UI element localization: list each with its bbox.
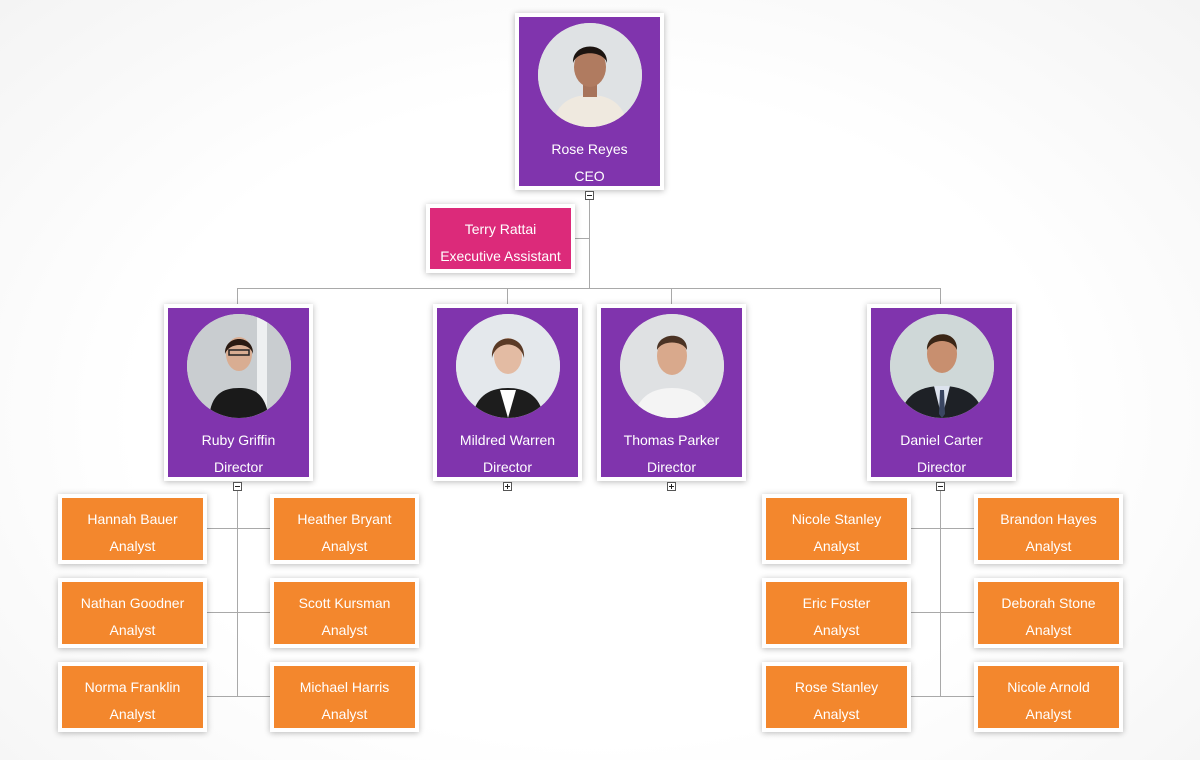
node-title: Analyst xyxy=(109,622,156,638)
node-title: Director xyxy=(213,459,263,475)
node-name: Brandon Hayes xyxy=(1000,511,1097,527)
node-name: Heather Bryant xyxy=(297,511,392,527)
minus-icon xyxy=(938,486,943,487)
node-analyst[interactable]: Brandon Hayes Analyst xyxy=(974,494,1123,564)
node-name: Nicole Stanley xyxy=(791,511,882,527)
node-name: Rose Stanley xyxy=(794,679,879,695)
node-name: Rose Reyes xyxy=(551,141,628,157)
connector-ceo-down xyxy=(589,200,590,289)
node-title: CEO xyxy=(574,168,605,184)
node-ceo[interactable]: Rose Reyes CEO xyxy=(515,13,664,190)
connector-dir2 xyxy=(507,288,508,305)
node-title: Director xyxy=(916,459,966,475)
connector-dir1 xyxy=(237,288,238,305)
node-title: Analyst xyxy=(1025,538,1072,554)
node-analyst[interactable]: Heather Bryant Analyst xyxy=(270,494,419,564)
woman-portrait-icon xyxy=(537,23,642,127)
node-title: Analyst xyxy=(109,706,156,722)
node-analyst[interactable]: Nathan Goodner Analyst xyxy=(58,578,207,648)
node-analyst[interactable]: Eric Foster Analyst xyxy=(762,578,911,648)
node-analyst[interactable]: Scott Kursman Analyst xyxy=(270,578,419,648)
node-title: Analyst xyxy=(109,538,156,554)
connector-ruby-row3 xyxy=(206,696,270,697)
node-director[interactable]: Mildred Warren Director xyxy=(433,304,582,481)
node-name: Deborah Stone xyxy=(1001,595,1096,611)
node-name: Mildred Warren xyxy=(459,432,556,448)
node-title: Analyst xyxy=(321,622,368,638)
node-name: Nathan Goodner xyxy=(80,595,185,611)
node-name: Thomas Parker xyxy=(623,432,720,448)
woman-glasses-portrait-icon xyxy=(186,314,291,418)
node-title: Analyst xyxy=(1025,706,1072,722)
connector-ruby-trunk xyxy=(237,490,238,697)
collapse-toggle-director[interactable] xyxy=(233,482,242,491)
node-analyst[interactable]: Nicole Stanley Analyst xyxy=(762,494,911,564)
connector-ruby-row2 xyxy=(206,612,270,613)
node-director[interactable]: Daniel Carter Director xyxy=(867,304,1016,481)
node-title: Analyst xyxy=(813,622,860,638)
node-name: Scott Kursman xyxy=(298,595,391,611)
connector-directors-bar xyxy=(237,288,941,289)
woman-portrait-icon xyxy=(455,314,560,418)
node-name: Michael Harris xyxy=(299,679,390,695)
connector-daniel-row2 xyxy=(910,612,974,613)
node-name: Hannah Bauer xyxy=(87,511,178,527)
node-title: Executive Assistant xyxy=(440,248,561,264)
connector-ruby-row1 xyxy=(206,528,270,529)
node-director[interactable]: Thomas Parker Director xyxy=(597,304,746,481)
connector-dir3 xyxy=(671,288,672,305)
node-analyst[interactable]: Nicole Arnold Analyst xyxy=(974,662,1123,732)
node-director[interactable]: Ruby Griffin Director xyxy=(164,304,313,481)
node-analyst[interactable]: Deborah Stone Analyst xyxy=(974,578,1123,648)
node-name: Daniel Carter xyxy=(900,432,983,448)
plus-icon-vertical xyxy=(507,484,508,489)
node-analyst[interactable]: Norma Franklin Analyst xyxy=(58,662,207,732)
node-title: Analyst xyxy=(321,706,368,722)
node-name: Nicole Arnold xyxy=(1007,679,1090,695)
node-title: Analyst xyxy=(321,538,368,554)
node-title: Director xyxy=(646,459,696,475)
node-title: Analyst xyxy=(813,706,860,722)
node-title: Analyst xyxy=(813,538,860,554)
connector-daniel-trunk xyxy=(940,490,941,697)
collapse-toggle-director[interactable] xyxy=(936,482,945,491)
node-analyst[interactable]: Rose Stanley Analyst xyxy=(762,662,911,732)
man-suit-portrait-icon xyxy=(889,314,994,418)
node-name: Ruby Griffin xyxy=(201,432,276,448)
node-name: Eric Foster xyxy=(802,595,871,611)
connector-dir4 xyxy=(940,288,941,305)
plus-icon-vertical xyxy=(671,484,672,489)
node-title: Analyst xyxy=(1025,622,1072,638)
node-analyst[interactable]: Hannah Bauer Analyst xyxy=(58,494,207,564)
man-portrait-icon xyxy=(619,314,724,418)
minus-icon xyxy=(235,486,240,487)
node-name: Terry Rattai xyxy=(464,221,537,237)
node-analyst[interactable]: Michael Harris Analyst xyxy=(270,662,419,732)
connector-daniel-row1 xyxy=(910,528,974,529)
node-assistant[interactable]: Terry Rattai Executive Assistant xyxy=(426,204,575,273)
collapse-toggle-ceo[interactable] xyxy=(585,191,594,200)
connector-daniel-row3 xyxy=(910,696,974,697)
expand-toggle-director[interactable] xyxy=(503,482,512,491)
node-name: Norma Franklin xyxy=(84,679,181,695)
node-title: Director xyxy=(482,459,532,475)
expand-toggle-director[interactable] xyxy=(667,482,676,491)
minus-icon xyxy=(587,195,592,196)
connector-assistant xyxy=(574,238,589,239)
